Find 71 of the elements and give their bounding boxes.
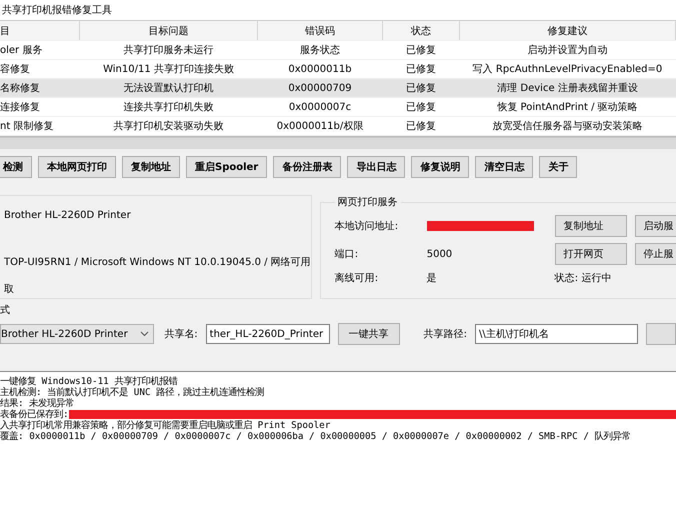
table-cell-text: 0x00000709 bbox=[287, 82, 353, 96]
field-value: 是 bbox=[426, 272, 438, 285]
share-name-field[interactable]: ther_HL-2260D_Printer bbox=[206, 324, 330, 344]
table-row[interactable]: 名称修复 无法设置默认打印机 0x00000709 已修复 清理 Device 注册表残留并重设 bbox=[0, 79, 676, 98]
field-label: 端口: bbox=[334, 248, 360, 261]
table-cell-text: 已修复 bbox=[405, 101, 437, 115]
field-label: 本地访问地址: bbox=[334, 220, 400, 233]
toolbar-button[interactable]: 复制地址 bbox=[122, 156, 180, 178]
field-label: 共享名: bbox=[164, 328, 198, 341]
share-path-field[interactable]: \\主机\打印机名 bbox=[475, 324, 638, 344]
service-button[interactable]: 复制地址 bbox=[554, 215, 627, 237]
printer-dropdown[interactable]: Brother HL-2260D Printer bbox=[0, 324, 154, 344]
table-cell-text: 已修复 bbox=[405, 120, 437, 134]
table-cell-text: 连接修复 bbox=[0, 100, 41, 115]
log-line: 一键修复 Windows10-11 共享打印机报错 bbox=[0, 376, 178, 387]
service-button[interactable]: 停止服 bbox=[634, 243, 676, 265]
toolbar-button[interactable]: 修复说明 bbox=[411, 156, 470, 178]
table-cell-text: 服务状态 bbox=[299, 44, 341, 58]
info-text: 取 bbox=[4, 283, 15, 296]
share-button[interactable]: 一键共享 bbox=[338, 323, 400, 345]
table-cell-text: Win10/11 共享打印连接失败 bbox=[102, 62, 235, 77]
table-cell-text: 容修复 bbox=[0, 62, 31, 77]
column-header[interactable]: 修复建议 bbox=[460, 21, 676, 40]
service-button[interactable]: 启动服 bbox=[634, 215, 676, 237]
service-status: 状态: 运行中 bbox=[554, 272, 612, 285]
log-line: 主机检测: 当前默认打印机不是 UNC 路径，跳过主机连通性检测 bbox=[0, 387, 264, 398]
field-value: 5000 bbox=[426, 248, 454, 260]
table-cell-text: 已修复 bbox=[405, 63, 437, 77]
table-cell-text: 共享打印服务未运行 bbox=[122, 44, 214, 58]
field-label: 离线可用: bbox=[334, 272, 380, 285]
toolbar-button[interactable]: 重启Spooler bbox=[186, 156, 268, 178]
column-header[interactable]: 目标问题 bbox=[80, 21, 258, 40]
toolbar-button[interactable]: 导出日志 bbox=[347, 156, 406, 178]
toolbar-button[interactable]: 备份注册表 bbox=[273, 156, 342, 178]
table-cell-text: 恢复 PointAndPrint / 驱动策略 bbox=[496, 100, 639, 115]
group-title: 网页打印服务 bbox=[336, 196, 399, 209]
toolbar-button[interactable]: 检测 bbox=[0, 156, 32, 178]
table-cell-text: 0x0000011b/权限 bbox=[276, 120, 364, 134]
table-cell-text: 名称修复 bbox=[0, 82, 41, 96]
printer-name: Brother HL-2260D Printer bbox=[4, 210, 132, 221]
button[interactable] bbox=[646, 323, 676, 345]
toolbar-button[interactable]: 清空日志 bbox=[475, 156, 534, 178]
column-header[interactable]: 目 bbox=[0, 21, 80, 40]
table-cell-text: 已修复 bbox=[405, 82, 437, 96]
column-header[interactable]: 错误码 bbox=[258, 21, 383, 40]
toolbar-button[interactable]: 本地网页打印 bbox=[38, 156, 116, 178]
table-cell-text: 已修复 bbox=[405, 44, 437, 58]
table-cell-text: 0x0000011b bbox=[287, 62, 353, 76]
service-button[interactable]: 打开网页 bbox=[554, 243, 627, 265]
table-cell-text: 无法设置默认打印机 bbox=[122, 82, 214, 96]
table-cell-text: 连接共享打印机失败 bbox=[122, 100, 214, 115]
chevron-down-icon bbox=[140, 331, 150, 337]
splitter-bar[interactable] bbox=[0, 137, 676, 149]
section-title: 式 bbox=[0, 304, 11, 317]
log-line: 结果: 未发现异常 bbox=[0, 398, 74, 409]
log-line: 入共享打印机常用兼容策略，部分修复可能需要重启电脑或重启 Print Spooler bbox=[0, 420, 330, 431]
system-info: TOP-UI95RN1 / Microsoft Windows NT 10.0.19045.0 / 网络可用 bbox=[4, 256, 311, 269]
table-cell-text: 放宽受信任服务器与驱动安装策略 bbox=[492, 120, 644, 134]
table-cell-text: 写入 RpcAuthnLevelPrivacyEnabled=0 bbox=[472, 62, 664, 77]
table-cell-text: oler 服务 bbox=[0, 44, 44, 58]
log-line: 表备份已保存到: bbox=[0, 409, 69, 420]
table-cell-text: 清理 Device 注册表残留并重设 bbox=[496, 82, 639, 96]
table-cell-text: 0x0000007c bbox=[288, 100, 352, 114]
window-title: 共享打印机报错修复工具 bbox=[2, 4, 112, 17]
table-cell-text: 启动并设置为自动 bbox=[526, 44, 608, 58]
table-cell-text: 共享打印机安装驱动失败 bbox=[112, 120, 224, 134]
log-line: 覆盖: 0x0000011b / 0x00000709 / 0x0000007c / 0x000006ba / 0x00000005 / 0x0000007e / 0x00000002 / SMB-RPC / 队列异常 bbox=[0, 431, 631, 442]
column-header[interactable]: 状态 bbox=[383, 21, 460, 40]
field-label: 共享路径: bbox=[424, 328, 468, 341]
table-cell-text: nt 限制修复 bbox=[0, 120, 54, 134]
toolbar-button[interactable]: 关于 bbox=[539, 156, 578, 178]
